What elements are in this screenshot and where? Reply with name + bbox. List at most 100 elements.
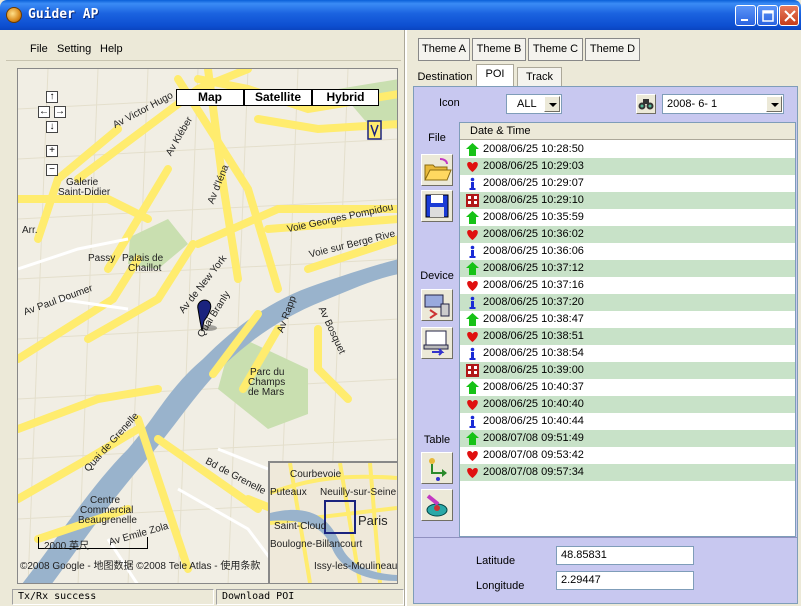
list-item[interactable]: 2008/06/25 10:29:07 bbox=[460, 175, 795, 192]
open-file-button[interactable] bbox=[421, 154, 453, 186]
pan-up-icon[interactable]: ↑ bbox=[46, 91, 58, 103]
list-item[interactable]: 2008/07/08 09:57:34 bbox=[460, 464, 795, 481]
info-icon bbox=[466, 296, 479, 309]
zoom-out-icon[interactable]: − bbox=[46, 164, 58, 176]
heart-icon bbox=[466, 160, 479, 173]
app-window: Guider AP File Setting Help Map Satellit… bbox=[0, 0, 801, 606]
list-item[interactable]: 2008/06/25 10:36:06 bbox=[460, 243, 795, 260]
save-file-button[interactable] bbox=[421, 190, 453, 222]
poi-datetime: 2008/07/08 09:57:34 bbox=[483, 466, 584, 478]
map-scale: 2000 英尺 bbox=[44, 541, 90, 552]
info-icon bbox=[466, 415, 479, 428]
list-item[interactable]: 2008/06/25 10:40:37 bbox=[460, 379, 795, 396]
map-type-satellite-button[interactable]: Satellite bbox=[244, 89, 312, 106]
list-item[interactable]: 2008/06/25 10:39:00 bbox=[460, 362, 795, 379]
list-item[interactable]: 2008/06/25 10:37:16 bbox=[460, 277, 795, 294]
date-filter-select[interactable]: 2008- 6- 1 bbox=[662, 94, 784, 114]
file-section-label: File bbox=[428, 132, 446, 144]
latitude-field[interactable]: 48.85831 bbox=[556, 546, 694, 565]
list-item[interactable]: 2008/06/25 10:38:51 bbox=[460, 328, 795, 345]
list-item[interactable]: 2008/06/25 10:37:20 bbox=[460, 294, 795, 311]
home-icon bbox=[466, 143, 479, 156]
tab-track[interactable]: Track bbox=[517, 67, 562, 86]
overview-map[interactable]: Courbevoie Puteaux Neuilly-sur-Seine Sai… bbox=[268, 461, 397, 583]
list-item[interactable]: 2008/06/25 10:35:59 bbox=[460, 209, 795, 226]
minimize-button[interactable] bbox=[735, 5, 756, 26]
table-add-button[interactable] bbox=[421, 452, 453, 484]
table-clear-button[interactable] bbox=[421, 489, 453, 521]
theme-a-button[interactable]: Theme A bbox=[418, 38, 470, 61]
tab-poi[interactable]: POI bbox=[476, 64, 514, 87]
map-copyright: ©2008 Google - 地图数据 ©2008 Tele Atlas - 使… bbox=[20, 561, 261, 572]
folder-open-icon bbox=[424, 158, 452, 181]
device-section-label: Device bbox=[420, 270, 454, 282]
minimize-icon bbox=[741, 19, 748, 21]
list-header[interactable]: Date & Time bbox=[460, 123, 795, 140]
theme-d-button[interactable]: Theme D bbox=[585, 38, 640, 61]
poi-toolbar: File Device Table bbox=[419, 122, 455, 532]
theme-b-button[interactable]: Theme B bbox=[472, 38, 526, 61]
close-button[interactable] bbox=[779, 5, 799, 26]
chevron-down-icon[interactable] bbox=[766, 96, 782, 112]
poi-datetime: 2008/06/25 10:38:51 bbox=[483, 330, 584, 342]
map-view[interactable]: Map Satellite Hybrid ↑ ← → ↓ + − Av Vict… bbox=[17, 68, 398, 584]
list-item[interactable]: 2008/07/08 09:51:49 bbox=[460, 430, 795, 447]
poi-datetime: 2008/06/25 10:29:03 bbox=[483, 160, 584, 172]
menu-bar: File Setting Help bbox=[6, 39, 401, 61]
home-icon bbox=[466, 313, 479, 326]
splitter[interactable] bbox=[404, 30, 407, 606]
list-item[interactable]: 2008/06/25 10:37:12 bbox=[460, 260, 795, 277]
heart-icon bbox=[466, 449, 479, 462]
map-label: Arr. bbox=[22, 225, 38, 236]
list-item[interactable]: 2008/06/25 10:38:47 bbox=[460, 311, 795, 328]
title-bar[interactable]: Guider AP bbox=[0, 0, 801, 30]
overview-label: Saint-Cloud bbox=[274, 521, 327, 532]
theme-c-button[interactable]: Theme C bbox=[528, 38, 583, 61]
map-label: Chaillot bbox=[128, 263, 162, 274]
menu-help[interactable]: Help bbox=[100, 43, 123, 55]
list-item[interactable]: 2008/06/25 10:36:02 bbox=[460, 226, 795, 243]
chevron-down-icon[interactable] bbox=[544, 96, 560, 112]
device-download-button[interactable] bbox=[421, 289, 453, 321]
poi-filter-bar: Icon ALL 2008- 6- 1 bbox=[414, 87, 797, 119]
pan-left-icon[interactable]: ← bbox=[38, 106, 50, 118]
status-right: Download POI bbox=[216, 589, 404, 605]
longitude-field[interactable]: 2.29447 bbox=[556, 571, 694, 590]
poi-datetime: 2008/06/25 10:40:37 bbox=[483, 381, 584, 393]
home-icon bbox=[466, 262, 479, 275]
maximize-icon bbox=[762, 10, 774, 22]
maximize-button[interactable] bbox=[757, 5, 778, 26]
map-type-hybrid-button[interactable]: Hybrid bbox=[312, 89, 379, 106]
pan-down-icon[interactable]: ↓ bbox=[46, 121, 58, 133]
poi-datetime: 2008/06/25 10:29:07 bbox=[483, 177, 584, 189]
list-item[interactable]: 2008/07/08 09:53:42 bbox=[460, 447, 795, 464]
building-icon bbox=[466, 364, 479, 377]
list-item[interactable]: 2008/06/25 10:40:40 bbox=[460, 396, 795, 413]
list-item[interactable]: 2008/06/25 10:38:54 bbox=[460, 345, 795, 362]
tab-destination[interactable]: Destination bbox=[414, 68, 476, 87]
poi-list[interactable]: Date & Time 2008/06/25 10:28:50 2008/06/2… bbox=[459, 122, 796, 537]
find-button[interactable] bbox=[636, 94, 656, 114]
window-title: Guider AP bbox=[28, 7, 99, 22]
poi-datetime: 2008/07/08 09:53:42 bbox=[483, 449, 584, 461]
list-item[interactable]: 2008/06/25 10:29:03 bbox=[460, 158, 795, 175]
menu-setting[interactable]: Setting bbox=[57, 43, 91, 55]
list-item[interactable]: 2008/06/25 10:29:10 bbox=[460, 192, 795, 209]
poi-datetime: 2008/06/25 10:29:10 bbox=[483, 194, 584, 206]
table-section-label: Table bbox=[423, 434, 451, 446]
menu-file[interactable]: File bbox=[30, 43, 48, 55]
device-upload-button[interactable] bbox=[421, 327, 453, 359]
list-item[interactable]: 2008/06/25 10:40:44 bbox=[460, 413, 795, 430]
column-header-datetime[interactable]: Date & Time bbox=[470, 125, 531, 137]
poi-panel: Icon ALL 2008- 6- 1 File Device Table Da… bbox=[413, 86, 798, 604]
map-type-map-button[interactable]: Map bbox=[176, 89, 244, 106]
icon-filter-select[interactable]: ALL bbox=[506, 94, 562, 114]
list-item[interactable]: 2008/06/25 10:28:50 bbox=[460, 141, 795, 158]
pan-right-icon[interactable]: → bbox=[54, 106, 66, 118]
poi-datetime: 2008/06/25 10:38:54 bbox=[483, 347, 584, 359]
home-icon bbox=[466, 211, 479, 224]
overview-label: Paris bbox=[358, 513, 388, 528]
date-filter-value: 2008- 6- 1 bbox=[667, 98, 718, 110]
heart-icon bbox=[466, 330, 479, 343]
zoom-in-icon[interactable]: + bbox=[46, 145, 58, 157]
